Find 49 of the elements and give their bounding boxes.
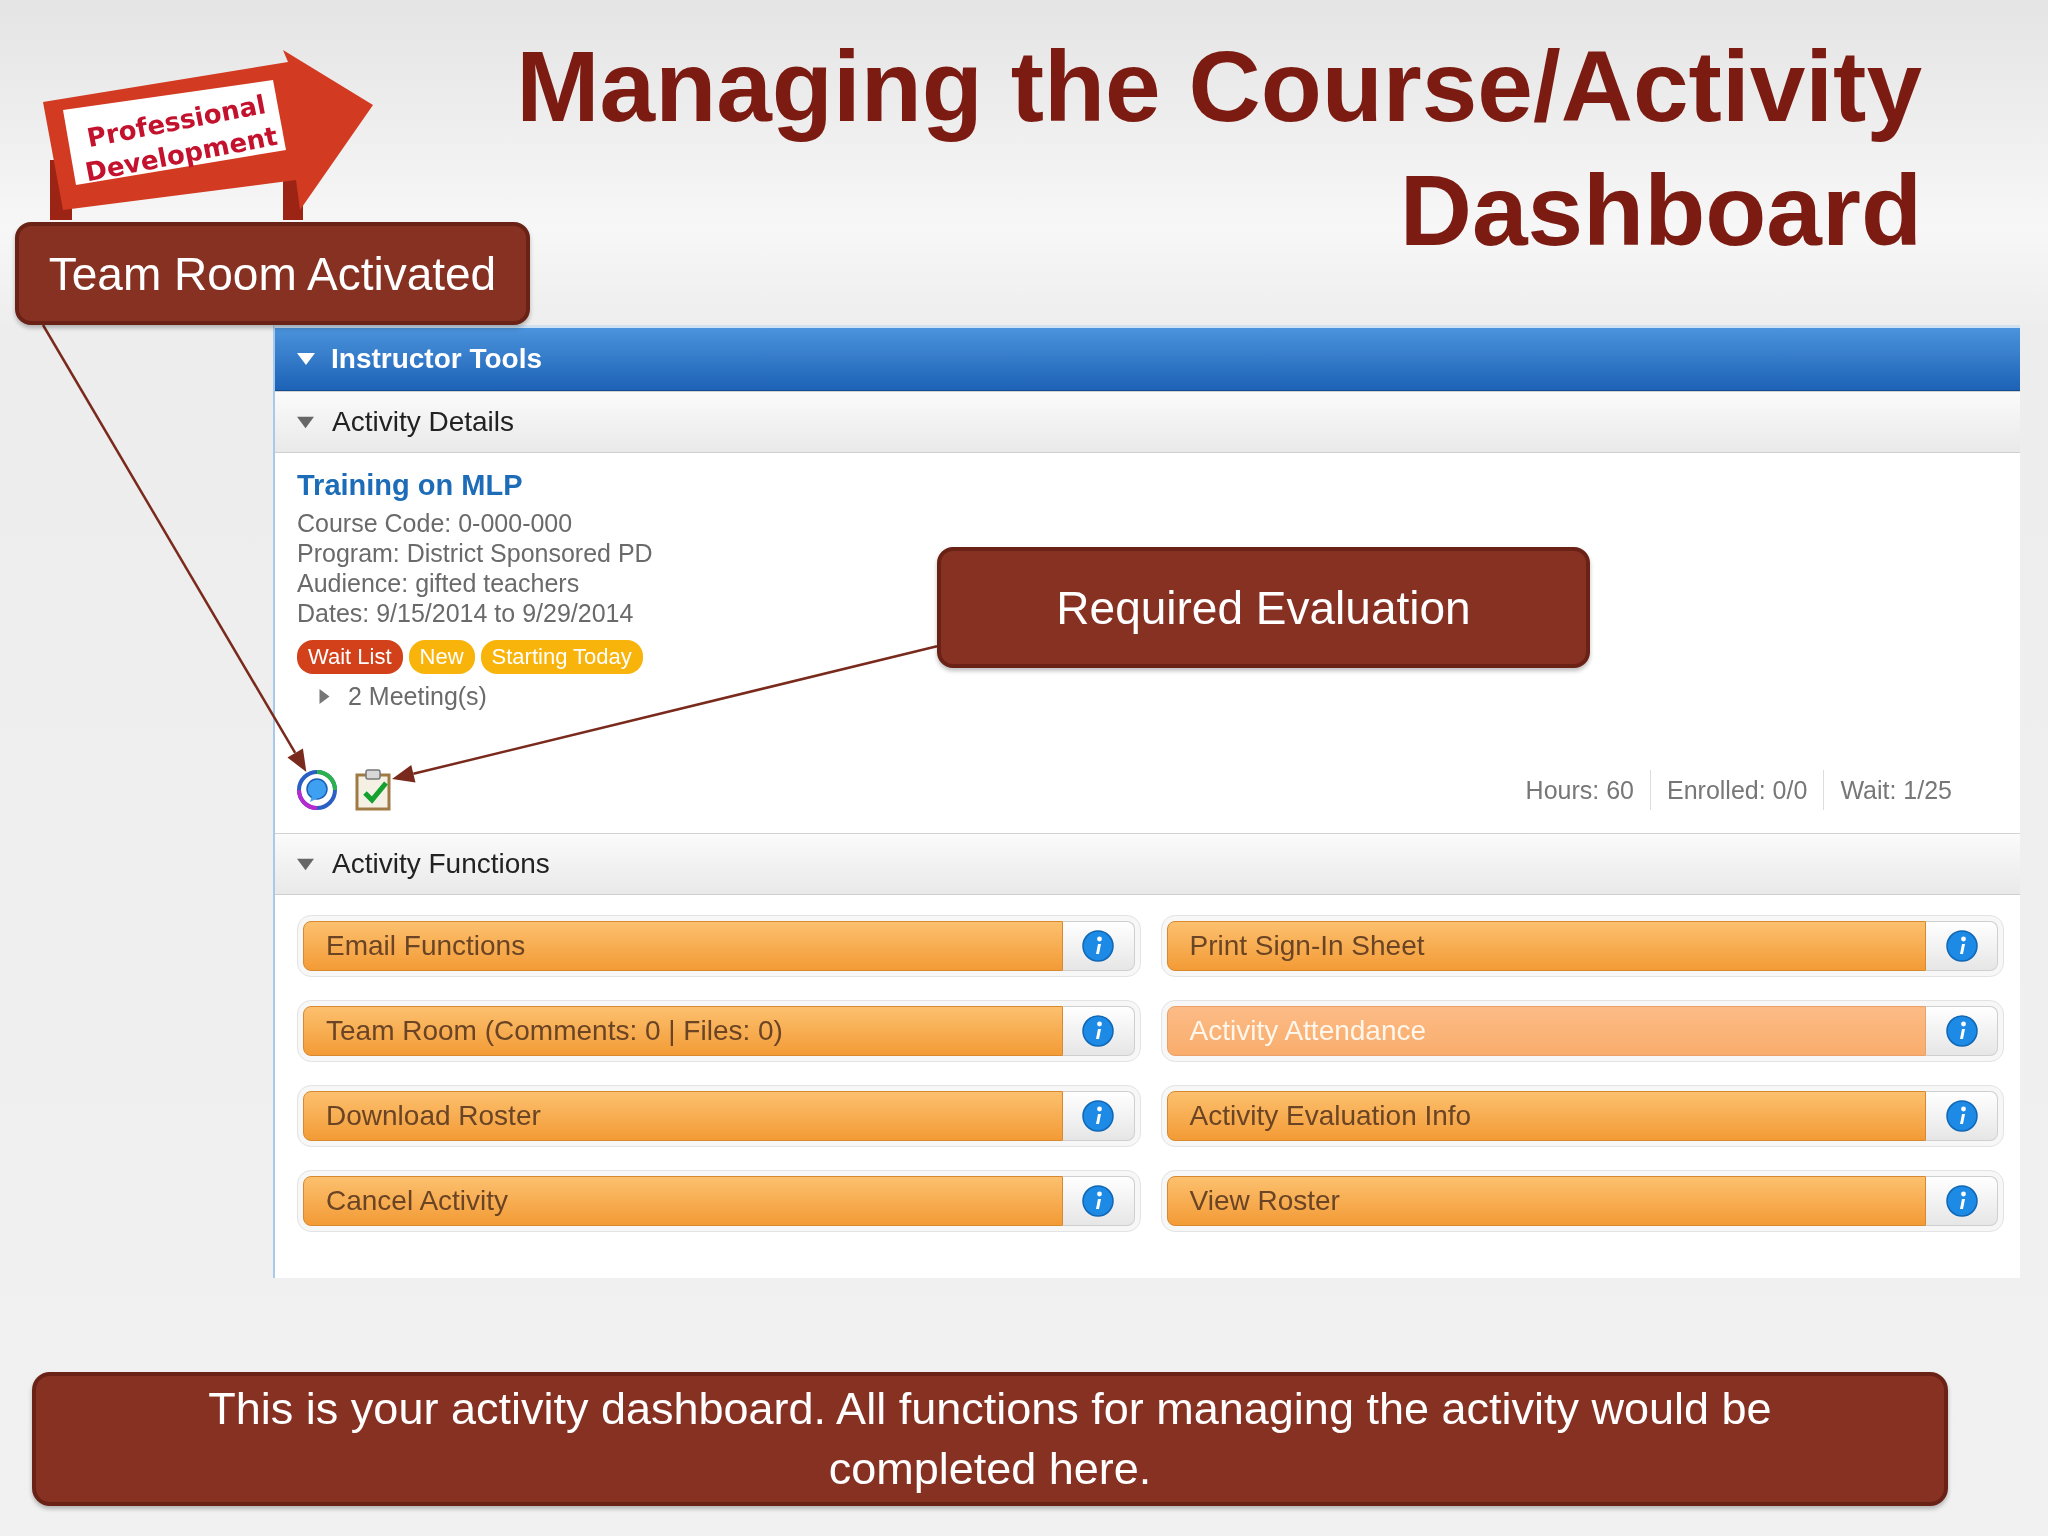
panel-title: Instructor Tools <box>331 343 543 375</box>
stat-text: Hours: 60 <box>1524 775 1635 805</box>
info-button[interactable] <box>1062 921 1135 971</box>
function-button[interactable]: Download Roster <box>303 1091 1063 1141</box>
callout-box: Required Evaluation <box>937 547 1590 668</box>
info-icon <box>1082 1015 1114 1047</box>
status-badge: New <box>408 640 475 674</box>
stat-text: Enrolled: 0/0 <box>1666 775 1809 805</box>
info-icon <box>1945 1185 1978 1217</box>
info-button[interactable] <box>1926 1176 1998 1226</box>
course-info-text: Dates: 9/15/2014 to 9/29/2014 <box>297 598 634 628</box>
section-header[interactable]: Activity Details <box>275 391 2020 453</box>
slide-title: Managing the Course/Activity <box>516 29 1922 144</box>
info-icon <box>1082 930 1114 962</box>
function-button[interactable]: Print Sign-In Sheet <box>1166 921 1926 971</box>
slide-title: Dashboard <box>1399 153 1922 268</box>
status-badge: Wait List <box>297 640 403 674</box>
section-title: Activity Functions <box>332 848 550 880</box>
course-title-link[interactable]: Training on MLP <box>297 469 523 502</box>
caret-icon[interactable] <box>317 689 332 704</box>
clipboard-check-icon[interactable] <box>355 769 391 811</box>
function-button[interactable]: Email Functions <box>303 921 1063 971</box>
info-icon <box>1945 1100 1978 1132</box>
info-icon <box>1945 930 1978 962</box>
course-info-text: Program: District Sponsored PD <box>297 538 653 568</box>
info-button[interactable] <box>1062 1176 1135 1226</box>
info-icon <box>1082 1185 1114 1217</box>
info-icon <box>1082 1100 1114 1132</box>
function-button[interactable]: View Roster <box>1166 1176 1926 1226</box>
info-button[interactable] <box>1926 1006 1998 1056</box>
meetings-toggle[interactable]: 2 Meeting(s) <box>348 682 487 711</box>
function-button[interactable]: Team Room (Comments: 0 | Files: 0) <box>303 1006 1063 1056</box>
section-title: Activity Details <box>332 406 515 438</box>
section-header[interactable]: Activity Functions <box>275 833 2020 895</box>
callout-box: Team Room Activated <box>15 222 530 325</box>
status-badge: Starting Today <box>480 640 643 674</box>
stat-text: Wait: 1/25 <box>1839 775 1953 805</box>
course-info-text: Course Code: 0-000-000 <box>297 508 573 538</box>
info-icon <box>1945 1015 1978 1047</box>
chat-bubble-icon[interactable] <box>297 770 337 810</box>
info-button[interactable] <box>1062 1006 1135 1056</box>
course-info-text: Audience: gifted teachers <box>297 568 580 598</box>
function-button[interactable]: Cancel Activity <box>303 1176 1063 1226</box>
function-button[interactable]: Activity Evaluation Info <box>1166 1091 1926 1141</box>
info-button[interactable] <box>1926 1091 1998 1141</box>
caption-text: This is your activity dashboard. All functions for managing the activity would be completed here. <box>32 1372 1948 1506</box>
panel-header-bar[interactable]: Instructor Tools <box>275 328 2020 391</box>
info-button[interactable] <box>1926 921 1998 971</box>
info-button[interactable] <box>1062 1091 1135 1141</box>
